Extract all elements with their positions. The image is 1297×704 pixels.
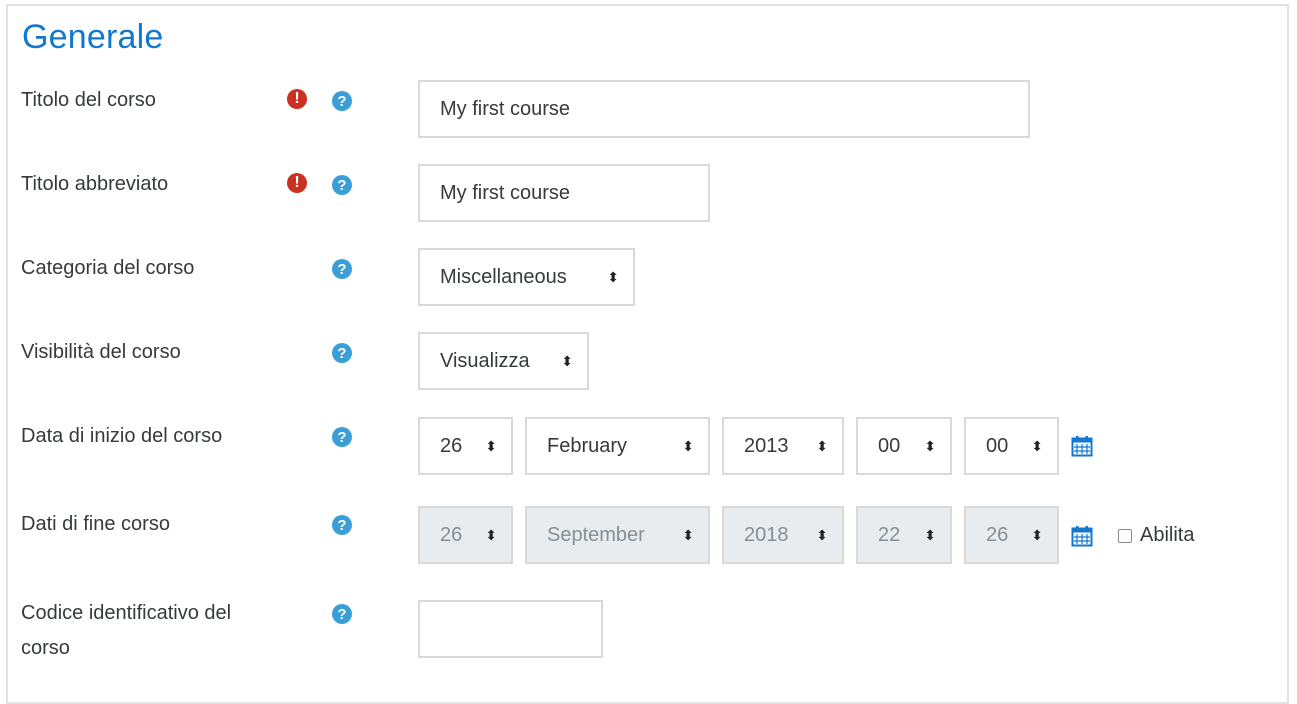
sort-arrows-icon: ⬍ <box>485 527 497 543</box>
sort-arrows-icon: ⬍ <box>561 353 573 369</box>
sort-arrows-icon: ⬍ <box>682 438 694 454</box>
help-icon-shortname[interactable]: ? <box>332 175 352 195</box>
visibility-select[interactable]: Visualizza ⬍ <box>418 332 589 390</box>
sort-arrows-icon: ⬍ <box>607 269 619 285</box>
enddate-month-select: September ⬍ <box>525 506 710 564</box>
category-select[interactable]: Miscellaneous ⬍ <box>418 248 635 306</box>
fullname-label: Titolo del corso <box>21 89 156 111</box>
idnumber-label-line1: Codice identificativo del <box>21 602 232 624</box>
required-icon: ! <box>287 89 307 109</box>
fullname-input[interactable]: My first course <box>418 80 1030 138</box>
sort-arrows-icon: ⬍ <box>816 527 828 543</box>
sort-arrows-icon: ⬍ <box>1031 438 1043 454</box>
startdate-hour-select[interactable]: 00 ⬍ <box>856 417 952 475</box>
enddate-day-select: 26 ⬍ <box>418 506 513 564</box>
sort-arrows-icon: ⬍ <box>1031 527 1043 543</box>
startdate-day-select[interactable]: 26 ⬍ <box>418 417 513 475</box>
section-title: Generale <box>22 18 164 56</box>
help-icon-enddate[interactable]: ? <box>332 515 352 535</box>
enddate-hour-value: 22 <box>878 523 901 546</box>
enddate-year-value: 2018 <box>744 523 789 546</box>
sort-arrows-icon: ⬍ <box>682 527 694 543</box>
shortname-input[interactable]: My first course <box>418 164 710 222</box>
startdate-label: Data di inizio del corso <box>21 425 223 447</box>
enddate-day-value: 26 <box>440 523 463 546</box>
startdate-minute-value: 00 <box>986 434 1009 457</box>
help-icon-visibility[interactable]: ? <box>332 343 352 363</box>
help-icon-fullname[interactable]: ? <box>332 91 352 111</box>
help-icon-category[interactable]: ? <box>332 259 352 279</box>
sort-arrows-icon: ⬍ <box>924 438 936 454</box>
startdate-day-value: 26 <box>440 434 463 457</box>
startdate-month-select[interactable]: February ⬍ <box>525 417 710 475</box>
enddate-minute-select: 26 ⬍ <box>964 506 1059 564</box>
sort-arrows-icon: ⬍ <box>485 438 497 454</box>
visibility-label: Visibilità del corso <box>21 341 181 363</box>
shortname-label: Titolo abbreviato <box>21 173 169 195</box>
calendar-icon[interactable] <box>1071 435 1093 457</box>
enddate-hour-select: 22 ⬍ <box>856 506 952 564</box>
enddate-minute-value: 26 <box>986 523 1009 546</box>
startdate-year-value: 2013 <box>744 434 789 457</box>
enddate-enable-label[interactable]: Abilita <box>1140 524 1194 547</box>
enddate-label: Dati di fine corso <box>21 513 170 535</box>
enddate-month-value: September <box>547 523 645 546</box>
startdate-month-value: February <box>547 434 628 457</box>
enddate-enable-checkbox[interactable] <box>1118 529 1132 543</box>
help-icon-idnumber[interactable]: ? <box>332 604 352 624</box>
startdate-minute-select[interactable]: 00 ⬍ <box>964 417 1059 475</box>
category-label: Categoria del corso <box>21 257 195 279</box>
required-icon: ! <box>287 173 307 193</box>
startdate-year-select[interactable]: 2013 ⬍ <box>722 417 844 475</box>
calendar-icon[interactable] <box>1071 525 1093 547</box>
startdate-hour-value: 00 <box>878 434 901 457</box>
sort-arrows-icon: ⬍ <box>924 527 936 543</box>
idnumber-input[interactable] <box>418 600 603 658</box>
category-select-value: Miscellaneous <box>440 265 567 288</box>
enddate-year-select: 2018 ⬍ <box>722 506 844 564</box>
visibility-select-value: Visualizza <box>440 349 530 372</box>
idnumber-label-line2: corso <box>21 637 70 659</box>
help-icon-startdate[interactable]: ? <box>332 427 352 447</box>
sort-arrows-icon: ⬍ <box>816 438 828 454</box>
